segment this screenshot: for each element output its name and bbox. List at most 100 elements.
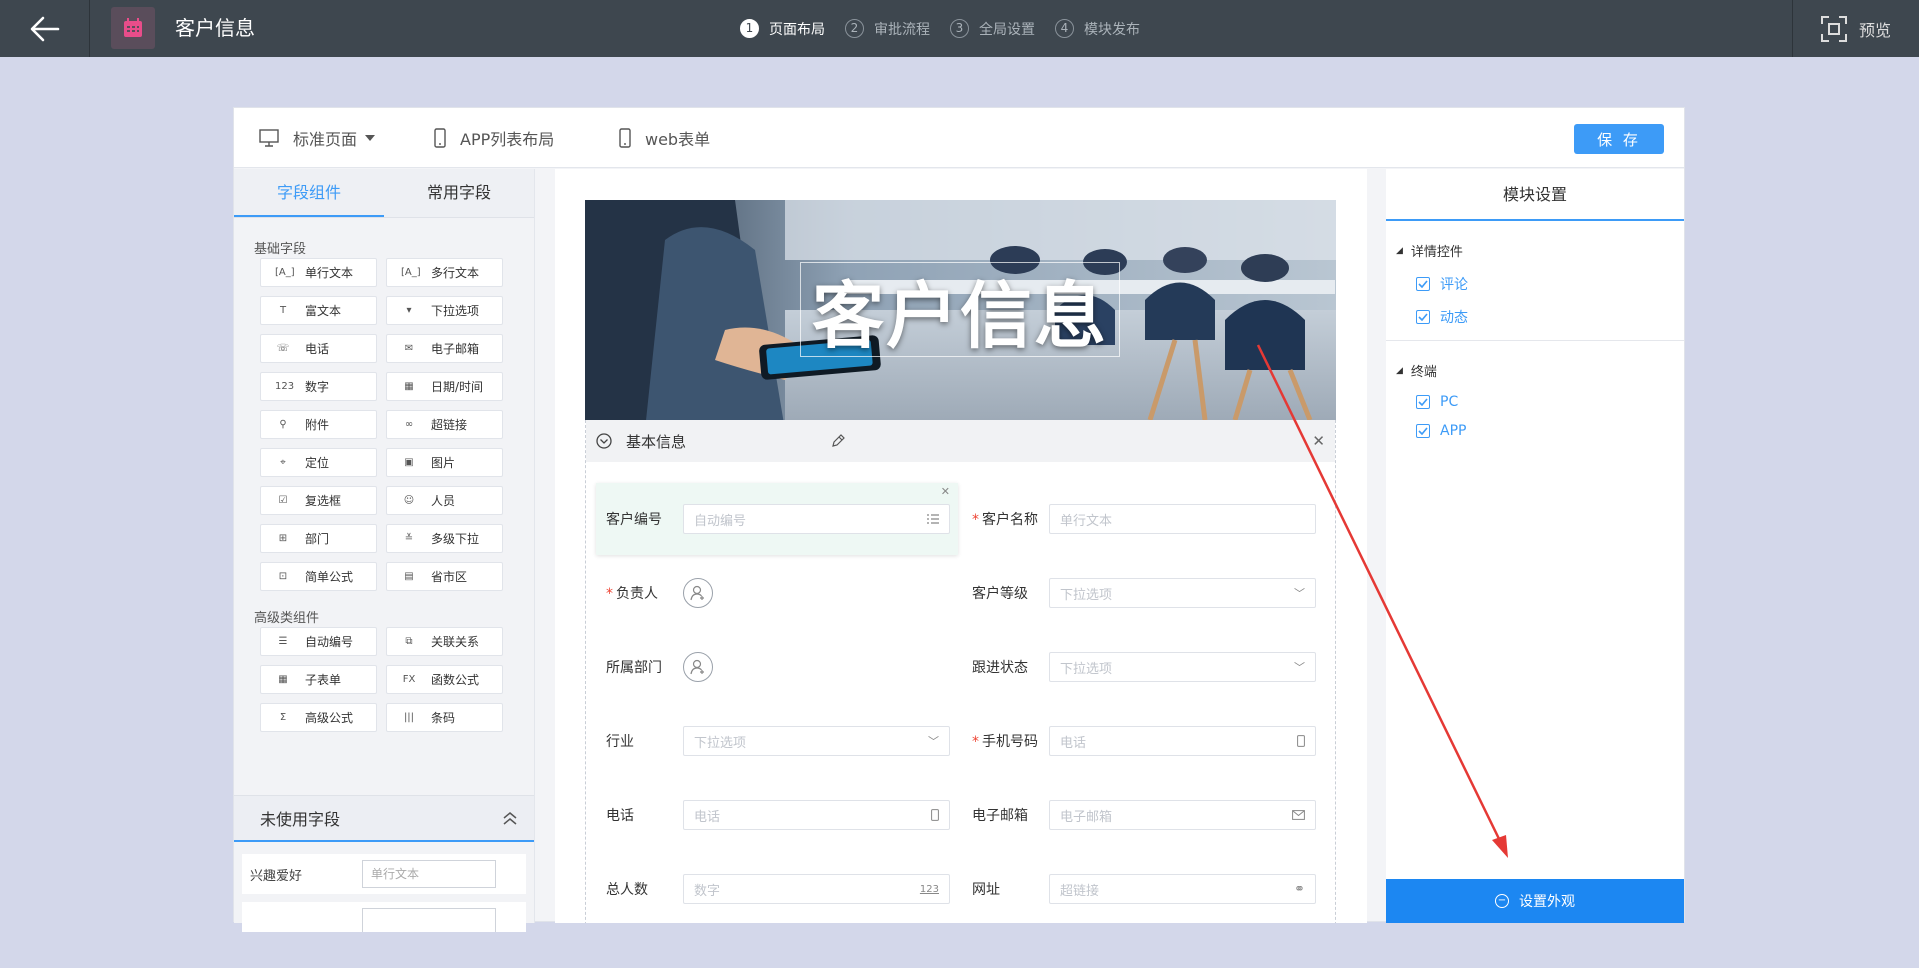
terminal-group: ◢ 终端 PC APP (1386, 341, 1684, 439)
field-component-item[interactable]: ≚ 多级下拉 (386, 524, 503, 553)
tab-app-list-layout[interactable]: APP列表布局 (434, 108, 554, 168)
tab-standard-page[interactable]: 标准页面 (259, 108, 376, 168)
step-approval-flow[interactable]: 2 审批流程 (845, 19, 930, 39)
collapse-circle-icon[interactable] (596, 433, 612, 449)
step-module-publish[interactable]: 4 模块发布 (1055, 19, 1140, 39)
input-placeholder: 超链接 (1060, 883, 1100, 899)
field-component-item[interactable]: ⌖ 定位 (260, 448, 377, 477)
field-type-icon: ▦ (278, 674, 288, 685)
auto-number-input[interactable]: 自动编号 (683, 504, 950, 534)
field-type-icon: ▤ (404, 571, 414, 582)
industry-select[interactable]: 下拉选项 ﹀ (683, 726, 950, 756)
field-label: 所属部门 (606, 660, 662, 676)
checkbox-pc[interactable]: PC (1416, 394, 1684, 410)
input-placeholder: 自动编号 (694, 513, 747, 529)
back-button[interactable] (0, 0, 90, 57)
unused-field-input: 单行文本 (362, 860, 496, 888)
field-type-icon: Σ (279, 712, 287, 723)
unused-field-row[interactable] (242, 902, 526, 932)
department-picker[interactable] (683, 652, 713, 682)
top-bar: 客户信息 1 页面布局 2 审批流程 3 全局设置 4 模块发布 预览 (0, 0, 1919, 57)
unused-field-row[interactable]: 兴趣爱好 单行文本 (242, 854, 526, 894)
field-component-item[interactable]: ⚲ 附件 (260, 410, 377, 439)
app-title: 客户信息 (175, 16, 255, 40)
field-label: 总人数 (606, 882, 648, 898)
section-header: 基本信息 ✕ (586, 420, 1335, 462)
field-component-item[interactable]: ▾ 下拉选项 (386, 296, 503, 325)
checkbox-comment[interactable]: 评论 (1416, 274, 1684, 294)
field-component-label: 条码 (431, 711, 456, 725)
fullscreen-icon (1820, 15, 1847, 42)
step-global-settings[interactable]: 3 全局设置 (950, 19, 1035, 39)
tab-common-fields[interactable]: 常用字段 (384, 169, 534, 217)
pencil-icon[interactable] (831, 434, 845, 448)
left-tabs: 字段组件 常用字段 (234, 169, 534, 218)
chevron-down-icon: ﹀ (1294, 661, 1305, 674)
field-type-icon: ⚲ (279, 419, 287, 430)
customer-level-select[interactable]: 下拉选项 ﹀ (1049, 578, 1316, 608)
field-component-item[interactable]: ▤ 省市区 (386, 562, 503, 591)
field-component-item[interactable]: ▦ 子表单 (260, 665, 377, 694)
field-component-item[interactable]: ☏ 电话 (260, 334, 377, 363)
field-component-item[interactable]: ⊞ 部门 (260, 524, 377, 553)
arrow-left-icon (30, 16, 59, 41)
designer-frame: 标准页面 APP列表布局 web表单 保 存 字段组件 常用字段 基础字段 [A… (233, 107, 1685, 932)
set-appearance-label: 设置外观 (1519, 894, 1575, 910)
user-picker[interactable] (683, 578, 713, 608)
section-title: 基本信息 (626, 432, 687, 451)
step-page-layout[interactable]: 1 页面布局 (740, 19, 825, 39)
field-component-item[interactable]: ⊡ 简单公式 (260, 562, 377, 591)
input-placeholder: 下拉选项 (1060, 661, 1113, 677)
field-type-icon: FX (402, 674, 416, 685)
basic-info-section: 基本信息 ✕ ✕ 客户编号 自动编号 * 客户名称 单行文本 * 负责人 客户等… (585, 420, 1336, 923)
field-component-item[interactable]: FX 函数公式 (386, 665, 503, 694)
group-title[interactable]: ◢ 终端 (1396, 361, 1684, 380)
user-add-icon (690, 659, 704, 675)
field-component-item[interactable]: ☺ 人员 (386, 486, 503, 515)
number-input[interactable]: 数字 123 (683, 874, 950, 904)
checkbox-label: PC (1440, 394, 1459, 410)
input-placeholder: 下拉选项 (694, 735, 747, 751)
email-input[interactable]: 电子邮箱 (1049, 800, 1316, 830)
field-label: 跟进状态 (972, 660, 1028, 676)
checkbox-app[interactable]: APP (1416, 423, 1684, 439)
checkbox-activity[interactable]: 动态 (1416, 307, 1684, 327)
step-nav: 1 页面布局 2 审批流程 3 全局设置 4 模块发布 (740, 0, 1160, 57)
field-component-item[interactable]: ✉ 电子邮箱 (386, 334, 503, 363)
field-component-item[interactable]: [A_] 单行文本 (260, 258, 377, 287)
preview-button[interactable]: 预览 (1792, 0, 1919, 57)
mobile-input[interactable]: 电话 (1049, 726, 1316, 756)
group-title[interactable]: ◢ 详情控件 (1396, 241, 1684, 260)
field-component-item[interactable]: ☑ 复选框 (260, 486, 377, 515)
website-input[interactable]: 超链接 ⚭ (1049, 874, 1316, 904)
field-component-label: 定位 (305, 456, 330, 470)
field-component-label: 下拉选项 (431, 304, 480, 318)
field-component-item[interactable]: ▦ 日期/时间 (386, 372, 503, 401)
field-component-item[interactable]: ⧉ 关联关系 (386, 627, 503, 656)
field-component-item[interactable]: ∞ 超链接 (386, 410, 503, 439)
save-button[interactable]: 保 存 (1574, 124, 1664, 154)
phone-input[interactable]: 电话 (683, 800, 950, 830)
customer-name-input[interactable]: 单行文本 (1049, 504, 1316, 534)
tab-field-components[interactable]: 字段组件 (234, 169, 384, 217)
step-number: 4 (1055, 19, 1074, 38)
step-number: 3 (950, 19, 969, 38)
tab-web-form[interactable]: web表单 (619, 108, 710, 168)
field-component-item[interactable]: T 富文本 (260, 296, 377, 325)
field-component-item[interactable]: ☰ 自动编号 (260, 627, 377, 656)
field-component-item[interactable]: ||| 条码 (386, 703, 503, 732)
close-icon[interactable]: ✕ (941, 485, 950, 498)
field-component-item[interactable]: Σ 高级公式 (260, 703, 377, 732)
follow-status-select[interactable]: 下拉选项 ﹀ (1049, 652, 1316, 682)
close-icon[interactable]: ✕ (1312, 432, 1325, 450)
set-appearance-button[interactable]: − 设置外观 (1386, 879, 1684, 923)
field-component-label: 附件 (305, 418, 330, 432)
right-panel: 模块设置 ◢ 详情控件 评论 动态 ◢ 终端 PC APP − 设置外观 (1386, 169, 1684, 923)
field-component-item[interactable]: 123 数字 (260, 372, 377, 401)
step-number: 1 (740, 19, 759, 38)
unused-fields-header[interactable]: 未使用字段 (234, 795, 534, 842)
field-component-item[interactable]: [A_] 多行文本 (386, 258, 503, 287)
selected-field-card[interactable]: ✕ 客户编号 自动编号 (596, 483, 958, 555)
field-component-item[interactable]: ▣ 图片 (386, 448, 503, 477)
input-placeholder: 下拉选项 (1060, 587, 1113, 603)
